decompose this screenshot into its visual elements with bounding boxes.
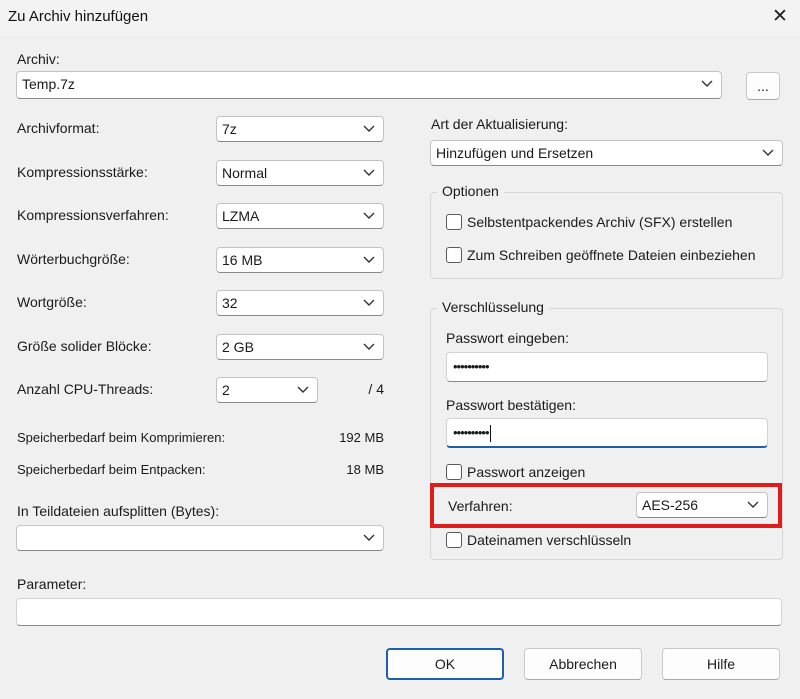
password-label: Passwort eingeben:	[446, 330, 569, 346]
chevron-down-icon	[363, 212, 375, 219]
chevron-down-icon	[701, 80, 713, 87]
chevron-down-icon	[363, 169, 375, 176]
split-combo[interactable]	[16, 525, 384, 551]
shared-files-checkbox[interactable]	[446, 247, 462, 263]
window-title: Zu Archiv hinzufügen	[8, 8, 149, 25]
threads-combo[interactable]: 2	[216, 377, 318, 403]
options-title: Optionen	[437, 183, 504, 199]
params-input[interactable]	[16, 598, 782, 626]
threads-max: / 4	[368, 381, 384, 397]
chevron-down-icon	[363, 125, 375, 132]
chevron-down-icon	[363, 256, 375, 263]
confirm-password-label: Passwort bestätigen:	[446, 397, 576, 413]
chevron-down-icon	[297, 386, 309, 393]
solid-combo[interactable]: 2 GB	[216, 334, 384, 360]
update-combo[interactable]: Hinzufügen und Ersetzen	[430, 140, 783, 166]
help-button[interactable]: Hilfe	[662, 648, 780, 680]
format-label: Archivformat:	[17, 120, 100, 136]
chevron-down-icon	[363, 299, 375, 306]
format-combo[interactable]: 7z	[216, 116, 384, 142]
mem-compress-value: 192 MB	[339, 430, 384, 445]
dict-value: 16 MB	[222, 252, 263, 268]
level-combo[interactable]: Normal	[216, 160, 384, 186]
archive-label: Archiv:	[17, 51, 60, 67]
shared-files-label: Zum Schreiben geöffnete Dateien einbezie…	[467, 247, 756, 263]
dict-label: Wörterbuchgröße:	[17, 251, 130, 267]
cancel-button[interactable]: Abbrechen	[524, 648, 642, 680]
update-value: Hinzufügen und Ersetzen	[436, 145, 594, 161]
mem-compress-label: Speicherbedarf beim Komprimieren:	[17, 430, 226, 445]
text-caret	[489, 425, 491, 443]
encrypt-names-label: Dateinamen verschlüsseln	[467, 532, 632, 548]
params-label: Parameter:	[17, 576, 87, 592]
threads-label: Anzahl CPU-Threads:	[17, 381, 154, 397]
ok-button[interactable]: OK	[386, 648, 504, 680]
confirm-password-input[interactable]: ••••••••••	[446, 418, 768, 448]
archive-value: Temp.7z	[22, 76, 75, 92]
encryption-method-label: Verfahren:	[448, 498, 513, 514]
close-icon[interactable]: ✕	[766, 4, 794, 30]
dict-combo[interactable]: 16 MB	[216, 247, 384, 273]
word-label: Wortgröße:	[17, 294, 87, 310]
encryption-method-value: AES-256	[642, 497, 699, 513]
sfx-checkbox[interactable]	[446, 214, 462, 230]
format-value: 7z	[222, 121, 237, 137]
update-label: Art der Aktualisierung:	[431, 116, 568, 132]
options-group	[430, 192, 783, 279]
chevron-down-icon	[762, 149, 774, 156]
mem-extract-value: 18 MB	[346, 462, 384, 477]
confirm-password-value: ••••••••••	[453, 425, 490, 440]
word-value: 32	[222, 295, 238, 311]
show-password-label: Passwort anzeigen	[467, 464, 586, 480]
solid-label: Größe solider Blöcke:	[17, 338, 152, 354]
browse-button[interactable]: ...	[746, 72, 780, 100]
show-password-checkbox[interactable]	[446, 464, 462, 480]
sfx-label: Selbstentpackendes Archiv (SFX) erstelle…	[467, 214, 733, 230]
method-combo[interactable]: LZMA	[216, 203, 384, 229]
solid-value: 2 GB	[222, 339, 254, 355]
mem-extract-label: Speicherbedarf beim Entpacken:	[17, 462, 206, 477]
split-label: In Teildateien aufsplitten (Bytes):	[17, 503, 220, 519]
method-label: Kompressionsverfahren:	[17, 207, 169, 223]
method-value: LZMA	[222, 208, 260, 224]
level-label: Kompressionsstärke:	[17, 164, 148, 180]
level-value: Normal	[222, 165, 268, 181]
chevron-down-icon	[363, 534, 375, 541]
threads-value: 2	[222, 382, 230, 398]
archive-combo[interactable]: Temp.7z	[16, 71, 722, 99]
password-input[interactable]: ••••••••••	[446, 352, 768, 382]
chevron-down-icon	[363, 343, 375, 350]
word-combo[interactable]: 32	[216, 290, 384, 316]
encrypt-names-checkbox[interactable]	[446, 532, 462, 548]
chevron-down-icon	[747, 501, 759, 508]
encryption-method-combo[interactable]: AES-256	[636, 492, 768, 518]
encryption-title: Verschlüsselung	[437, 299, 549, 315]
